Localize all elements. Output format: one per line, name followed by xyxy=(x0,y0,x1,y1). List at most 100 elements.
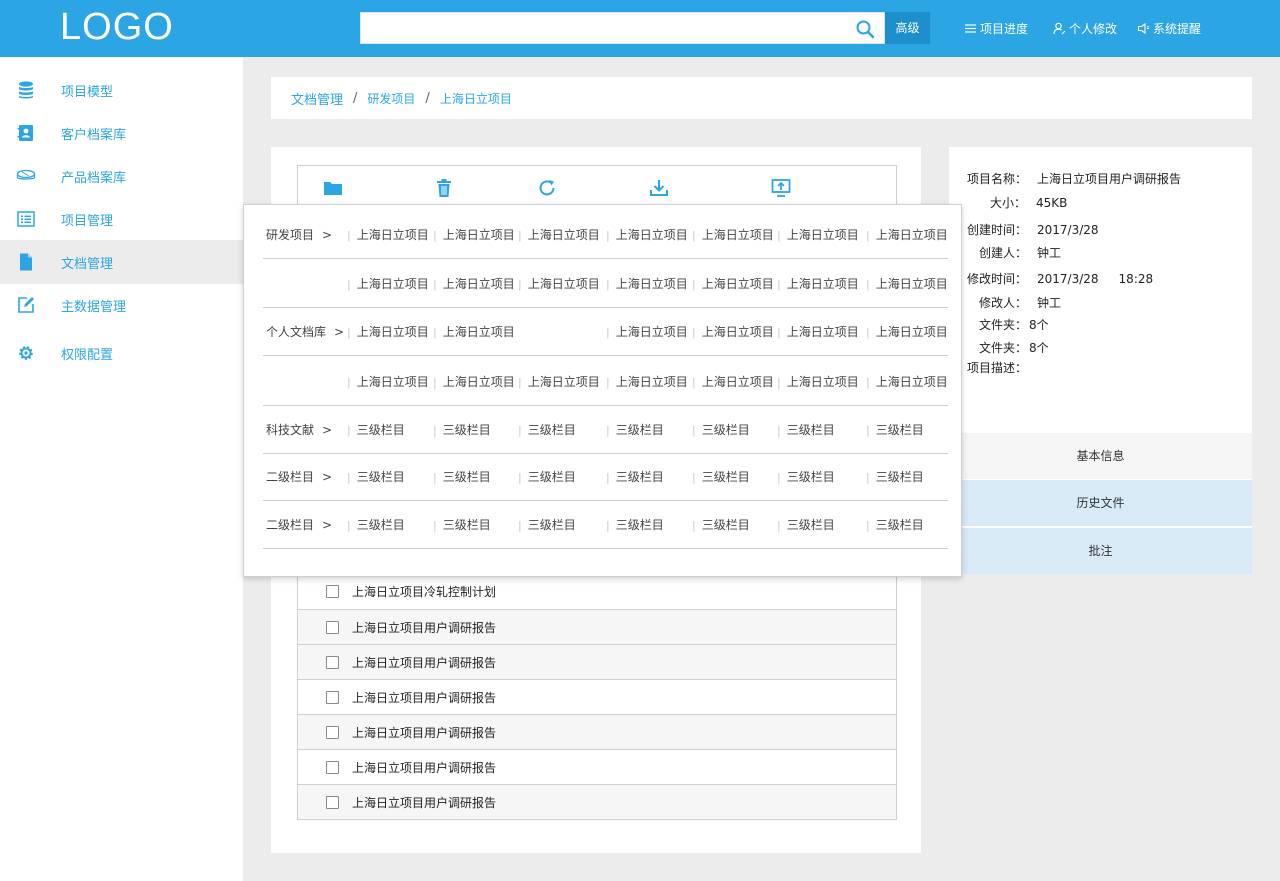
dropdown-category[interactable]: 科技文献 > xyxy=(266,406,332,454)
dropdown-item[interactable]: 三级栏目 xyxy=(866,406,924,454)
dropdown-item[interactable]: 三级栏目 xyxy=(518,453,576,501)
dropdown-item[interactable]: 上海日立项目 xyxy=(518,358,600,406)
dropdown-item[interactable]: 上海日立项目 xyxy=(866,308,948,356)
tab-basic-info[interactable]: 基本信息 xyxy=(949,433,1252,479)
dropdown-item[interactable]: 上海日立项目 xyxy=(692,260,774,308)
row-checkbox[interactable] xyxy=(326,795,339,809)
advanced-search-button[interactable]: 高级 xyxy=(885,12,930,44)
dropdown-item[interactable]: 上海日立项目 xyxy=(866,260,948,308)
row-checkbox[interactable] xyxy=(326,585,339,598)
nav-system-alert[interactable]: 系统提醒 xyxy=(1137,20,1201,37)
dropdown-category[interactable]: 二级栏目 > xyxy=(266,453,332,501)
dropdown-item[interactable]: 上海日立项目 xyxy=(518,260,600,308)
dropdown-item[interactable]: 上海日立项目 xyxy=(777,358,859,406)
refresh-icon[interactable] xyxy=(537,178,557,198)
dropdown-item[interactable]: 三级栏目 xyxy=(606,501,664,549)
nav-project-progress[interactable]: 项目进度 xyxy=(964,20,1028,37)
dropdown-item[interactable]: 三级栏目 xyxy=(347,501,405,549)
nav-personal-edit[interactable]: 个人修改 xyxy=(1053,20,1117,37)
sidebar-item-project-model[interactable]: 项目模型 xyxy=(0,68,243,112)
dropdown-item[interactable]: 上海日立项目 xyxy=(777,211,859,259)
dropdown-item[interactable]: 上海日立项目 xyxy=(433,211,515,259)
dropdown-item[interactable]: 三级栏目 xyxy=(518,406,576,454)
dropdown-item[interactable]: 三级栏目 xyxy=(518,501,576,549)
row-checkbox[interactable] xyxy=(326,760,339,774)
file-name[interactable]: 上海日立项目冷轧控制计划 xyxy=(352,583,496,600)
dropdown-item[interactable]: 上海日立项目 xyxy=(606,308,688,356)
breadcrumb-item[interactable]: 文档管理 xyxy=(291,89,343,108)
list-item[interactable]: 上海日立项目用户调研报告 xyxy=(298,784,896,819)
row-checkbox[interactable] xyxy=(326,690,339,704)
dropdown-item[interactable]: 上海日立项目 xyxy=(433,260,515,308)
dropdown-item[interactable]: 三级栏目 xyxy=(606,406,664,454)
file-name[interactable]: 上海日立项目用户调研报告 xyxy=(352,654,496,671)
folder-icon[interactable] xyxy=(323,178,343,198)
list-item[interactable]: 上海日立项目用户调研报告 xyxy=(298,644,896,679)
dropdown-item[interactable]: 上海日立项目 xyxy=(777,260,859,308)
dropdown-item[interactable]: 上海日立项目 xyxy=(518,211,600,259)
dropdown-item[interactable]: 三级栏目 xyxy=(692,406,750,454)
dropdown-category[interactable]: 研发项目 > xyxy=(266,211,332,259)
dropdown-item[interactable]: 上海日立项目 xyxy=(347,358,429,406)
dropdown-item[interactable]: 上海日立项目 xyxy=(347,308,429,356)
sidebar-item-customer-archive[interactable]: 客户档案库 xyxy=(0,111,243,155)
tab-annotations[interactable]: 批注 xyxy=(949,528,1252,574)
dropdown-category[interactable]: 个人文档库 > xyxy=(266,308,344,356)
download-icon[interactable] xyxy=(649,178,669,198)
dropdown-item[interactable]: 三级栏目 xyxy=(347,406,405,454)
breadcrumb-item[interactable]: 上海日立项目 xyxy=(440,90,512,107)
chevron-right-icon: > xyxy=(322,518,333,532)
dropdown-item[interactable]: 上海日立项目 xyxy=(777,308,859,356)
row-checkbox[interactable] xyxy=(326,655,339,669)
dropdown-item[interactable]: 上海日立项目 xyxy=(606,260,688,308)
dropdown-item[interactable]: 上海日立项目 xyxy=(866,358,948,406)
file-name[interactable]: 上海日立项目用户调研报告 xyxy=(352,724,496,741)
dropdown-item[interactable]: 上海日立项目 xyxy=(606,358,688,406)
list-item[interactable]: 上海日立项目冷轧控制计划 xyxy=(298,574,896,609)
search-icon[interactable] xyxy=(855,19,875,39)
upload-icon[interactable] xyxy=(771,178,791,198)
row-checkbox[interactable] xyxy=(326,620,339,634)
dropdown-item[interactable]: 三级栏目 xyxy=(692,501,750,549)
search-input[interactable] xyxy=(361,13,841,43)
sidebar-item-product-archive[interactable]: 产品档案库 xyxy=(0,154,243,198)
dropdown-item[interactable]: 三级栏目 xyxy=(692,453,750,501)
sidebar-item-document-management[interactable]: 文档管理 xyxy=(0,240,243,284)
dropdown-item[interactable]: 上海日立项目 xyxy=(433,358,515,406)
dropdown-item[interactable]: 三级栏目 xyxy=(866,501,924,549)
dropdown-item[interactable]: 上海日立项目 xyxy=(347,260,429,308)
dropdown-item[interactable]: 三级栏目 xyxy=(777,453,835,501)
dropdown-item[interactable]: 三级栏目 xyxy=(777,406,835,454)
breadcrumb-item[interactable]: 研发项目 xyxy=(367,90,415,107)
dropdown-item[interactable]: 上海日立项目 xyxy=(692,358,774,406)
dropdown-category[interactable]: 二级栏目 > xyxy=(266,501,332,549)
list-item[interactable]: 上海日立项目用户调研报告 xyxy=(298,679,896,714)
dropdown-item[interactable]: 上海日立项目 xyxy=(692,211,774,259)
sidebar-item-permission[interactable]: 权限配置 xyxy=(0,331,243,375)
list-item[interactable]: 上海日立项目用户调研报告 xyxy=(298,609,896,644)
file-name[interactable]: 上海日立项目用户调研报告 xyxy=(352,619,496,636)
dropdown-item[interactable]: 上海日立项目 xyxy=(692,308,774,356)
file-name[interactable]: 上海日立项目用户调研报告 xyxy=(352,689,496,706)
sidebar-item-project-management[interactable]: 项目管理 xyxy=(0,197,243,241)
dropdown-item[interactable]: 三级栏目 xyxy=(606,453,664,501)
dropdown-item[interactable]: 三级栏目 xyxy=(777,501,835,549)
sidebar-item-master-data[interactable]: 主数据管理 xyxy=(0,283,243,327)
file-name[interactable]: 上海日立项目用户调研报告 xyxy=(352,759,496,776)
dropdown-item[interactable]: 三级栏目 xyxy=(433,453,491,501)
row-checkbox[interactable] xyxy=(326,725,339,739)
search-box[interactable] xyxy=(360,12,885,44)
dropdown-item[interactable]: 上海日立项目 xyxy=(866,211,948,259)
list-item[interactable]: 上海日立项目用户调研报告 xyxy=(298,714,896,749)
dropdown-item[interactable]: 三级栏目 xyxy=(347,453,405,501)
dropdown-item[interactable]: 上海日立项目 xyxy=(433,308,515,356)
list-item[interactable]: 上海日立项目用户调研报告 xyxy=(298,749,896,784)
dropdown-item[interactable]: 上海日立项目 xyxy=(606,211,688,259)
dropdown-item[interactable]: 上海日立项目 xyxy=(347,211,429,259)
tab-history-files[interactable]: 历史文件 xyxy=(949,480,1252,526)
dropdown-item[interactable]: 三级栏目 xyxy=(866,453,924,501)
file-name[interactable]: 上海日立项目用户调研报告 xyxy=(352,794,496,811)
dropdown-item[interactable]: 三级栏目 xyxy=(433,406,491,454)
trash-icon[interactable] xyxy=(434,178,454,198)
dropdown-item[interactable]: 三级栏目 xyxy=(433,501,491,549)
